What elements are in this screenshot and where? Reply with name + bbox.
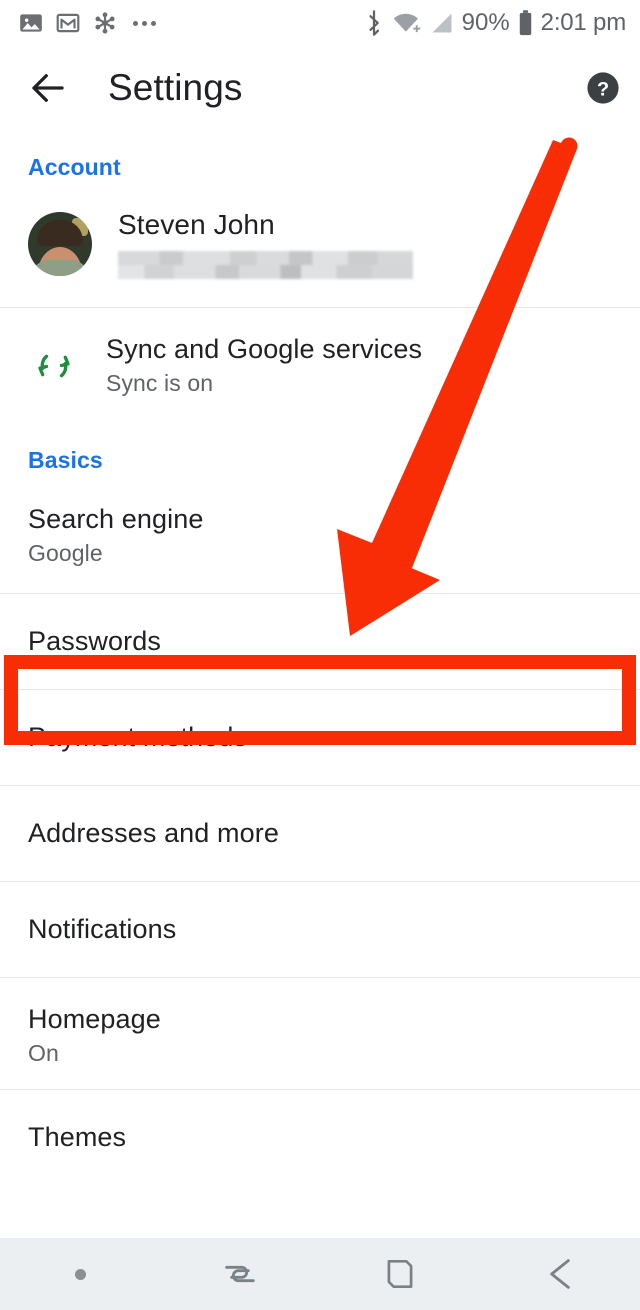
settings-list: Account Steven John Sync and Google serv… (0, 130, 640, 1185)
sync-icon (28, 346, 80, 386)
status-bar-system-icons: 90% 2:01 pm (363, 9, 626, 37)
account-profile-row[interactable]: Steven John (0, 181, 640, 307)
phone-screen: 90% 2:01 pm Settings ? Account Steven Jo… (0, 0, 640, 1310)
account-email-redacted (118, 251, 413, 279)
help-button[interactable]: ? (586, 71, 620, 105)
settings-row-homepage[interactable]: Homepage On (0, 978, 640, 1089)
help-circle-icon: ? (587, 72, 619, 104)
arrow-left-icon (32, 74, 64, 102)
row-subtitle: On (28, 1040, 59, 1066)
row-title: Passwords (28, 626, 161, 656)
section-header-basics: Basics (28, 447, 103, 473)
more-notifications-icon (133, 20, 156, 26)
row-title: Addresses and more (28, 818, 279, 848)
account-name: Steven John (118, 209, 275, 240)
account-text-block: Steven John (118, 209, 612, 279)
settings-row-notifications[interactable]: Notifications (0, 882, 640, 977)
row-title: Search engine (28, 504, 204, 534)
status-bar: 90% 2:01 pm (0, 0, 640, 46)
nav-dot-indicator[interactable] (0, 1238, 160, 1310)
system-navigation-bar (0, 1238, 640, 1310)
settings-row-themes[interactable]: Themes (0, 1090, 640, 1185)
row-title: Payment methods (28, 722, 248, 752)
photos-icon (20, 14, 42, 32)
settings-row-addresses-and-more[interactable]: Addresses and more (0, 786, 640, 881)
sync-text-block: Sync and Google services Sync is on (106, 334, 422, 397)
status-bar-notification-icons (18, 10, 156, 36)
row-title: Homepage (28, 1004, 161, 1034)
avatar (28, 212, 92, 276)
row-subtitle: Google (28, 540, 103, 566)
gmail-icon (56, 13, 80, 33)
settings-row-search-engine[interactable]: Search engine Google (0, 474, 640, 593)
battery-percent-label: 90% (461, 9, 510, 36)
sync-title: Sync and Google services (106, 334, 423, 364)
asterisk-app-icon (95, 12, 115, 34)
clock-label: 2:01 pm (540, 9, 627, 36)
wifi-plus-icon (393, 13, 420, 33)
recents-icon (225, 1265, 255, 1283)
settings-row-passwords[interactable]: Passwords (0, 594, 640, 689)
recents-button[interactable] (160, 1238, 320, 1310)
sync-subtitle: Sync is on (106, 370, 214, 396)
back-button-nav[interactable] (480, 1238, 640, 1310)
bluetooth-icon (369, 10, 379, 36)
svg-text:?: ? (597, 78, 609, 100)
app-bar: Settings ? (0, 46, 640, 130)
section-header-account: Account (28, 154, 121, 180)
page-title: Settings (108, 67, 243, 108)
home-icon (387, 1259, 413, 1289)
home-button[interactable] (320, 1238, 480, 1310)
row-title: Notifications (28, 914, 177, 944)
sync-and-google-services-row[interactable]: Sync and Google services Sync is on (0, 308, 640, 423)
battery-icon (519, 10, 531, 36)
back-icon (550, 1259, 570, 1289)
row-title: Themes (28, 1122, 127, 1152)
settings-row-payment-methods[interactable]: Payment methods (0, 690, 640, 785)
back-button[interactable] (16, 56, 80, 120)
cellular-signal-icon (432, 13, 452, 33)
